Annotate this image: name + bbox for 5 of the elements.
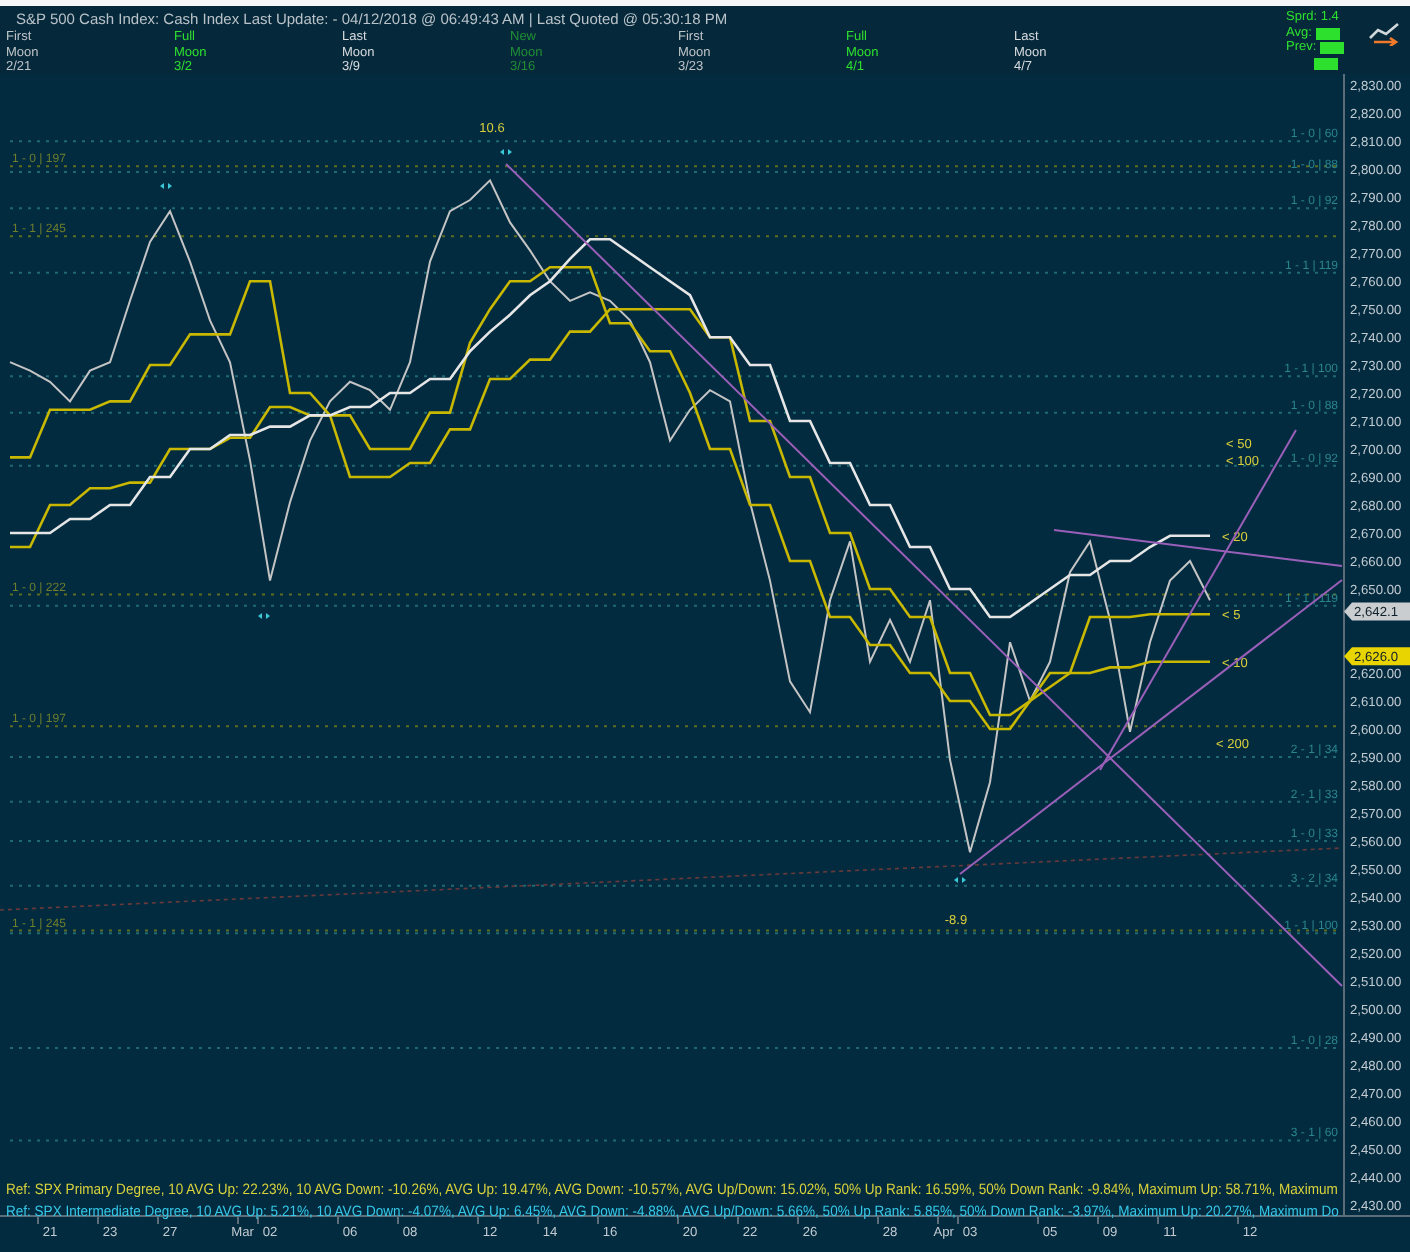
pivot-marker-icon <box>954 877 966 883</box>
chart-trend-icon[interactable] <box>1368 22 1400 46</box>
pivot-marker-icon <box>258 613 270 619</box>
pivot-marker-icon <box>160 183 172 189</box>
pivot-marker-icon <box>500 149 512 155</box>
